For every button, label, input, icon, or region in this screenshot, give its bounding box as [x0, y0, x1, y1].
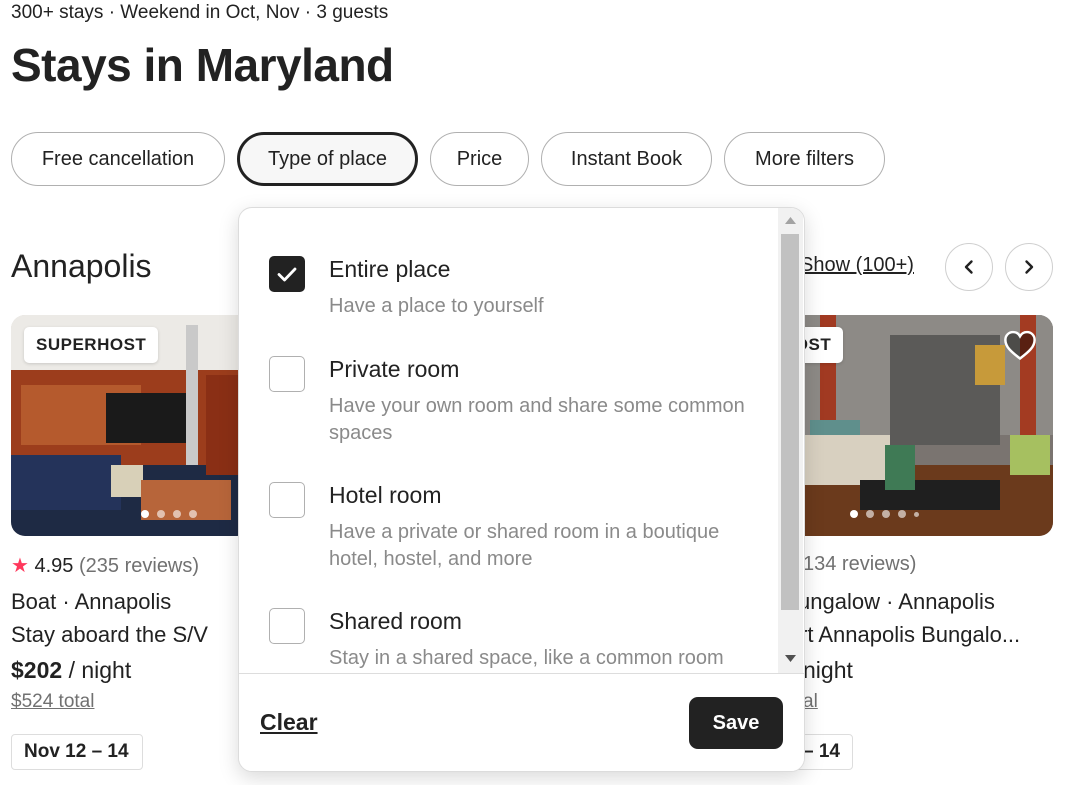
option-title: Shared room: [329, 608, 462, 634]
review-count: 134 reviews): [803, 553, 917, 575]
photo-dot: [189, 510, 197, 518]
carousel-prev-button[interactable]: [945, 243, 993, 291]
chevron-left-icon: [964, 260, 973, 274]
photo-dots: [850, 510, 919, 518]
section-title: Annapolis: [11, 248, 152, 284]
clear-button[interactable]: Clear: [260, 709, 318, 736]
option-title: Private room: [329, 356, 460, 382]
listing-dates: Nov 12 – 14: [11, 734, 143, 770]
per-night-label: / night: [68, 657, 132, 683]
chevron-right-icon: [1025, 260, 1034, 274]
search-summary: 300+ stays · Weekend in Oct, Nov · 3 gue…: [11, 2, 389, 23]
photo-dot: [157, 510, 165, 518]
dropdown-footer: Clear Save: [239, 673, 804, 771]
private-room-checkbox[interactable]: [269, 356, 305, 392]
shared-room-checkbox[interactable]: [269, 608, 305, 644]
type-of-place-dropdown: Entire place Have a place to yourself Pr…: [238, 207, 805, 772]
star-icon: ★: [11, 555, 29, 577]
filter-instant-book-button[interactable]: Instant Book: [541, 132, 712, 186]
photo-dot: [141, 510, 149, 518]
photo-dot: [914, 512, 919, 517]
scroll-up-icon[interactable]: [785, 217, 796, 224]
listing-type-location: ungalow · Annapolis: [798, 589, 995, 614]
listing-photo[interactable]: SUPERHOST: [11, 315, 251, 536]
option-title: Entire place: [329, 256, 451, 282]
listing-total[interactable]: al: [803, 691, 818, 713]
heart-icon[interactable]: [1002, 327, 1038, 363]
option-description: Have a private or shared room in a bouti…: [329, 521, 720, 570]
carousel-next-button[interactable]: [1005, 243, 1053, 291]
option-description: Stay in a shared space, like a common ro…: [329, 647, 724, 669]
listing-total[interactable]: $524 total: [11, 691, 94, 713]
photo-dot: [882, 510, 890, 518]
type-of-place-options: Entire place Have a place to yourself Pr…: [239, 208, 779, 673]
entire-place-checkbox[interactable]: [269, 256, 305, 292]
photo-dot: [898, 510, 906, 518]
filter-more-filters-button[interactable]: More filters: [724, 132, 885, 186]
hotel-room-checkbox[interactable]: [269, 482, 305, 518]
rating-value: 4.95: [34, 555, 74, 577]
scroll-down-icon[interactable]: [785, 655, 796, 662]
checkmark-icon: [277, 267, 297, 282]
option-title: Hotel room: [329, 482, 442, 508]
show-all-link[interactable]: Show (100+): [800, 254, 914, 277]
filter-type-of-place-button[interactable]: Type of place: [237, 132, 418, 186]
listing-photo[interactable]: HOST: [780, 315, 1053, 536]
photo-dot: [866, 510, 874, 518]
photo-dot: [173, 510, 181, 518]
filter-price-button[interactable]: Price: [430, 132, 529, 186]
photo-dots: [141, 510, 197, 518]
option-description: Have your own room and share some common…: [329, 395, 745, 444]
review-count: (235 reviews): [79, 555, 200, 577]
listing-name[interactable]: rt Annapolis Bungalo...: [800, 622, 1020, 648]
price-amount: $202: [11, 657, 63, 683]
photo-dot: [850, 510, 858, 518]
save-button[interactable]: Save: [689, 697, 783, 749]
filter-free-cancellation-button[interactable]: Free cancellation: [11, 132, 225, 186]
listing-price: $202 / night: [11, 657, 131, 684]
listing-rating: ★ 4.95 (235 reviews): [11, 553, 199, 578]
scrollbar-thumb[interactable]: [781, 234, 799, 610]
page-title: Stays in Maryland: [11, 39, 394, 91]
superhost-badge: SUPERHOST: [24, 327, 159, 363]
listing-name[interactable]: Stay aboard the S/V: [11, 622, 208, 648]
per-night-label: night: [803, 657, 853, 683]
listing-type-location: Boat · Annapolis: [11, 589, 172, 614]
option-description: Have a place to yourself: [329, 295, 544, 317]
dropdown-scrollbar[interactable]: [778, 208, 803, 673]
